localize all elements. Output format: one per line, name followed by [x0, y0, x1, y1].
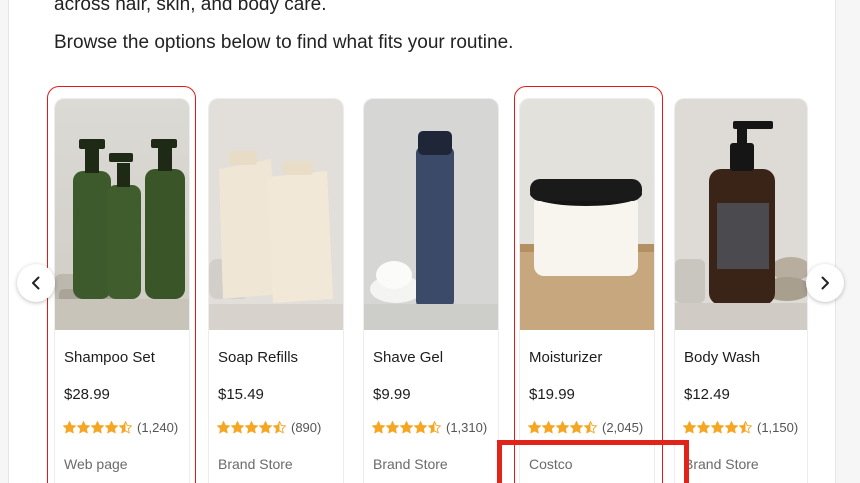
product-source[interactable]: Brand Store: [373, 456, 448, 472]
product-name[interactable]: Body Wash: [684, 349, 760, 366]
product-image[interactable]: [364, 99, 498, 330]
product-rating: (1,310): [372, 420, 487, 435]
carousel-next-button[interactable]: [806, 264, 844, 302]
product-rating: (890): [217, 420, 321, 435]
star-rating-icon: [683, 421, 753, 434]
intro-text: Browse the options below to find what fi…: [54, 32, 514, 53]
product-card[interactable]: Shave Gel $9.99 (1,310) Brand Store: [363, 98, 499, 483]
intro-partial-text: across hair, skin, and body care.: [54, 0, 327, 15]
star-rating-icon: [217, 421, 287, 434]
chevron-left-icon: [32, 276, 40, 290]
product-name[interactable]: Shave Gel: [373, 349, 443, 366]
product-image[interactable]: [675, 99, 807, 330]
product-price: $15.49: [218, 386, 264, 403]
product-rating: (1,150): [683, 420, 798, 435]
product-image[interactable]: [209, 99, 343, 330]
carousel-prev-button[interactable]: [17, 264, 55, 302]
review-count: (890): [291, 420, 322, 435]
costco-highlight-box: [497, 440, 689, 483]
star-rating-icon: [372, 421, 442, 434]
product-price: $12.49: [684, 386, 730, 403]
product-source[interactable]: Brand Store: [218, 456, 293, 472]
product-source[interactable]: Brand Store: [684, 456, 759, 472]
review-count: (1,150): [757, 420, 799, 435]
highlight-outline: [514, 86, 663, 483]
product-name[interactable]: Soap Refills: [218, 349, 298, 366]
product-price: $9.99: [373, 386, 411, 403]
highlight-outline: [47, 86, 196, 483]
product-card[interactable]: Soap Refills $15.49 (890) Brand Store: [208, 98, 344, 483]
chevron-right-icon: [821, 276, 829, 290]
product-card[interactable]: Body Wash $12.49 (1,150) Brand Store: [674, 98, 808, 483]
review-count: (1,310): [446, 420, 488, 435]
